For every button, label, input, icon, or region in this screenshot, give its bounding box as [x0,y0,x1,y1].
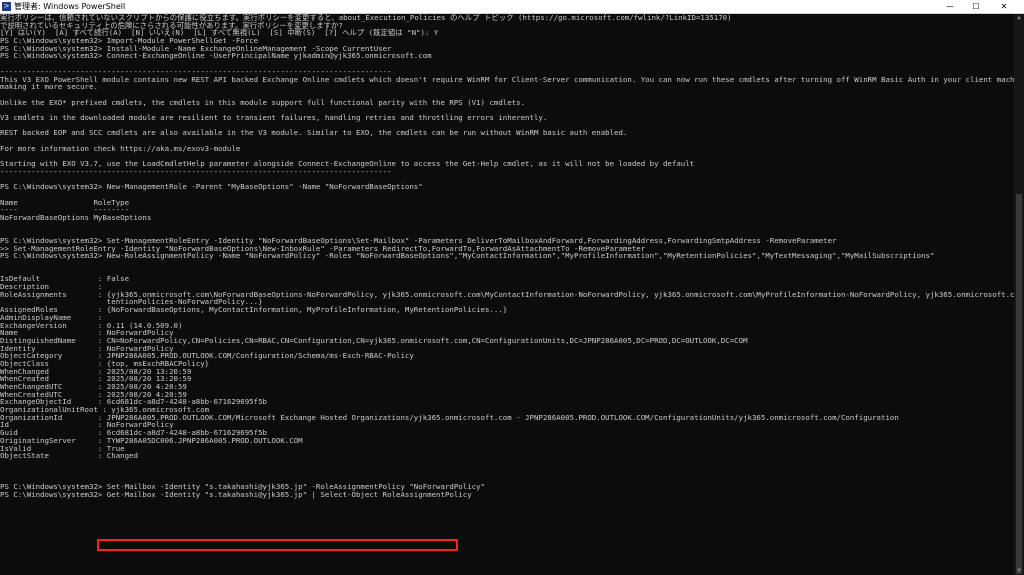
console-line: PS C:\Windows\system32> Get-Mailbox -Ide… [0,489,472,499]
console-line: Name RoleType [0,197,130,207]
scrollbar-thumb[interactable] [1016,194,1022,574]
console-line: PS C:\Windows\system32> Connect-Exchange… [0,51,432,61]
title-bar[interactable]: > 管理者: Windows PowerShell — ☐ ✕ [0,0,1024,14]
maximize-button[interactable]: ☐ [963,0,989,13]
console-line: REST backed EOP and SCC cmdlets are also… [0,128,628,138]
command-highlight-box [97,539,458,551]
console-line: ObjectState : Changed [0,451,138,461]
console-output[interactable]: 実行ポリシーは、信頼されていないスクリプトからの保護に役立ちます。実行ポリシーを… [0,14,1014,575]
console-line: OriginatingServer : TYWP286A05DC006.JPNP… [0,435,303,445]
console-line: ---- -------- [0,205,130,215]
scroll-up-arrow-icon[interactable]: ▲ [1015,14,1023,22]
console-line: NoForwardBaseOptions MyBaseOptions [0,212,152,222]
console-line: PS C:\Windows\system32> New-RoleAssignme… [0,251,935,261]
close-button[interactable]: ✕ [991,0,1017,13]
minimize-button[interactable]: — [937,0,963,13]
vertical-scrollbar[interactable]: ▲ ▼ [1014,14,1024,575]
console-line: ----------------------------------------… [0,166,392,176]
console-line: Unlike the EXO* prefixed cmdlets, the cm… [0,97,526,107]
console-line: V3 cmdlets in the downloaded module are … [0,112,548,122]
window-title: 管理者: Windows PowerShell [14,2,126,11]
console-line: making it more secure. [0,82,98,92]
powershell-icon: > [2,2,11,11]
console-line: IsValid : True [0,443,125,453]
console-line: This V3 EXO PowerShell module contains n… [0,74,1014,84]
console-line: For more information check https://aka.m… [0,143,241,153]
console-line: IsDefault : False [0,274,130,284]
scroll-down-arrow-icon[interactable]: ▼ [1015,567,1023,575]
console-line: AssignedRoles : {NoForwardBaseOptions, M… [0,305,508,315]
console-line: PS C:\Windows\system32> New-ManagementRo… [0,182,423,192]
